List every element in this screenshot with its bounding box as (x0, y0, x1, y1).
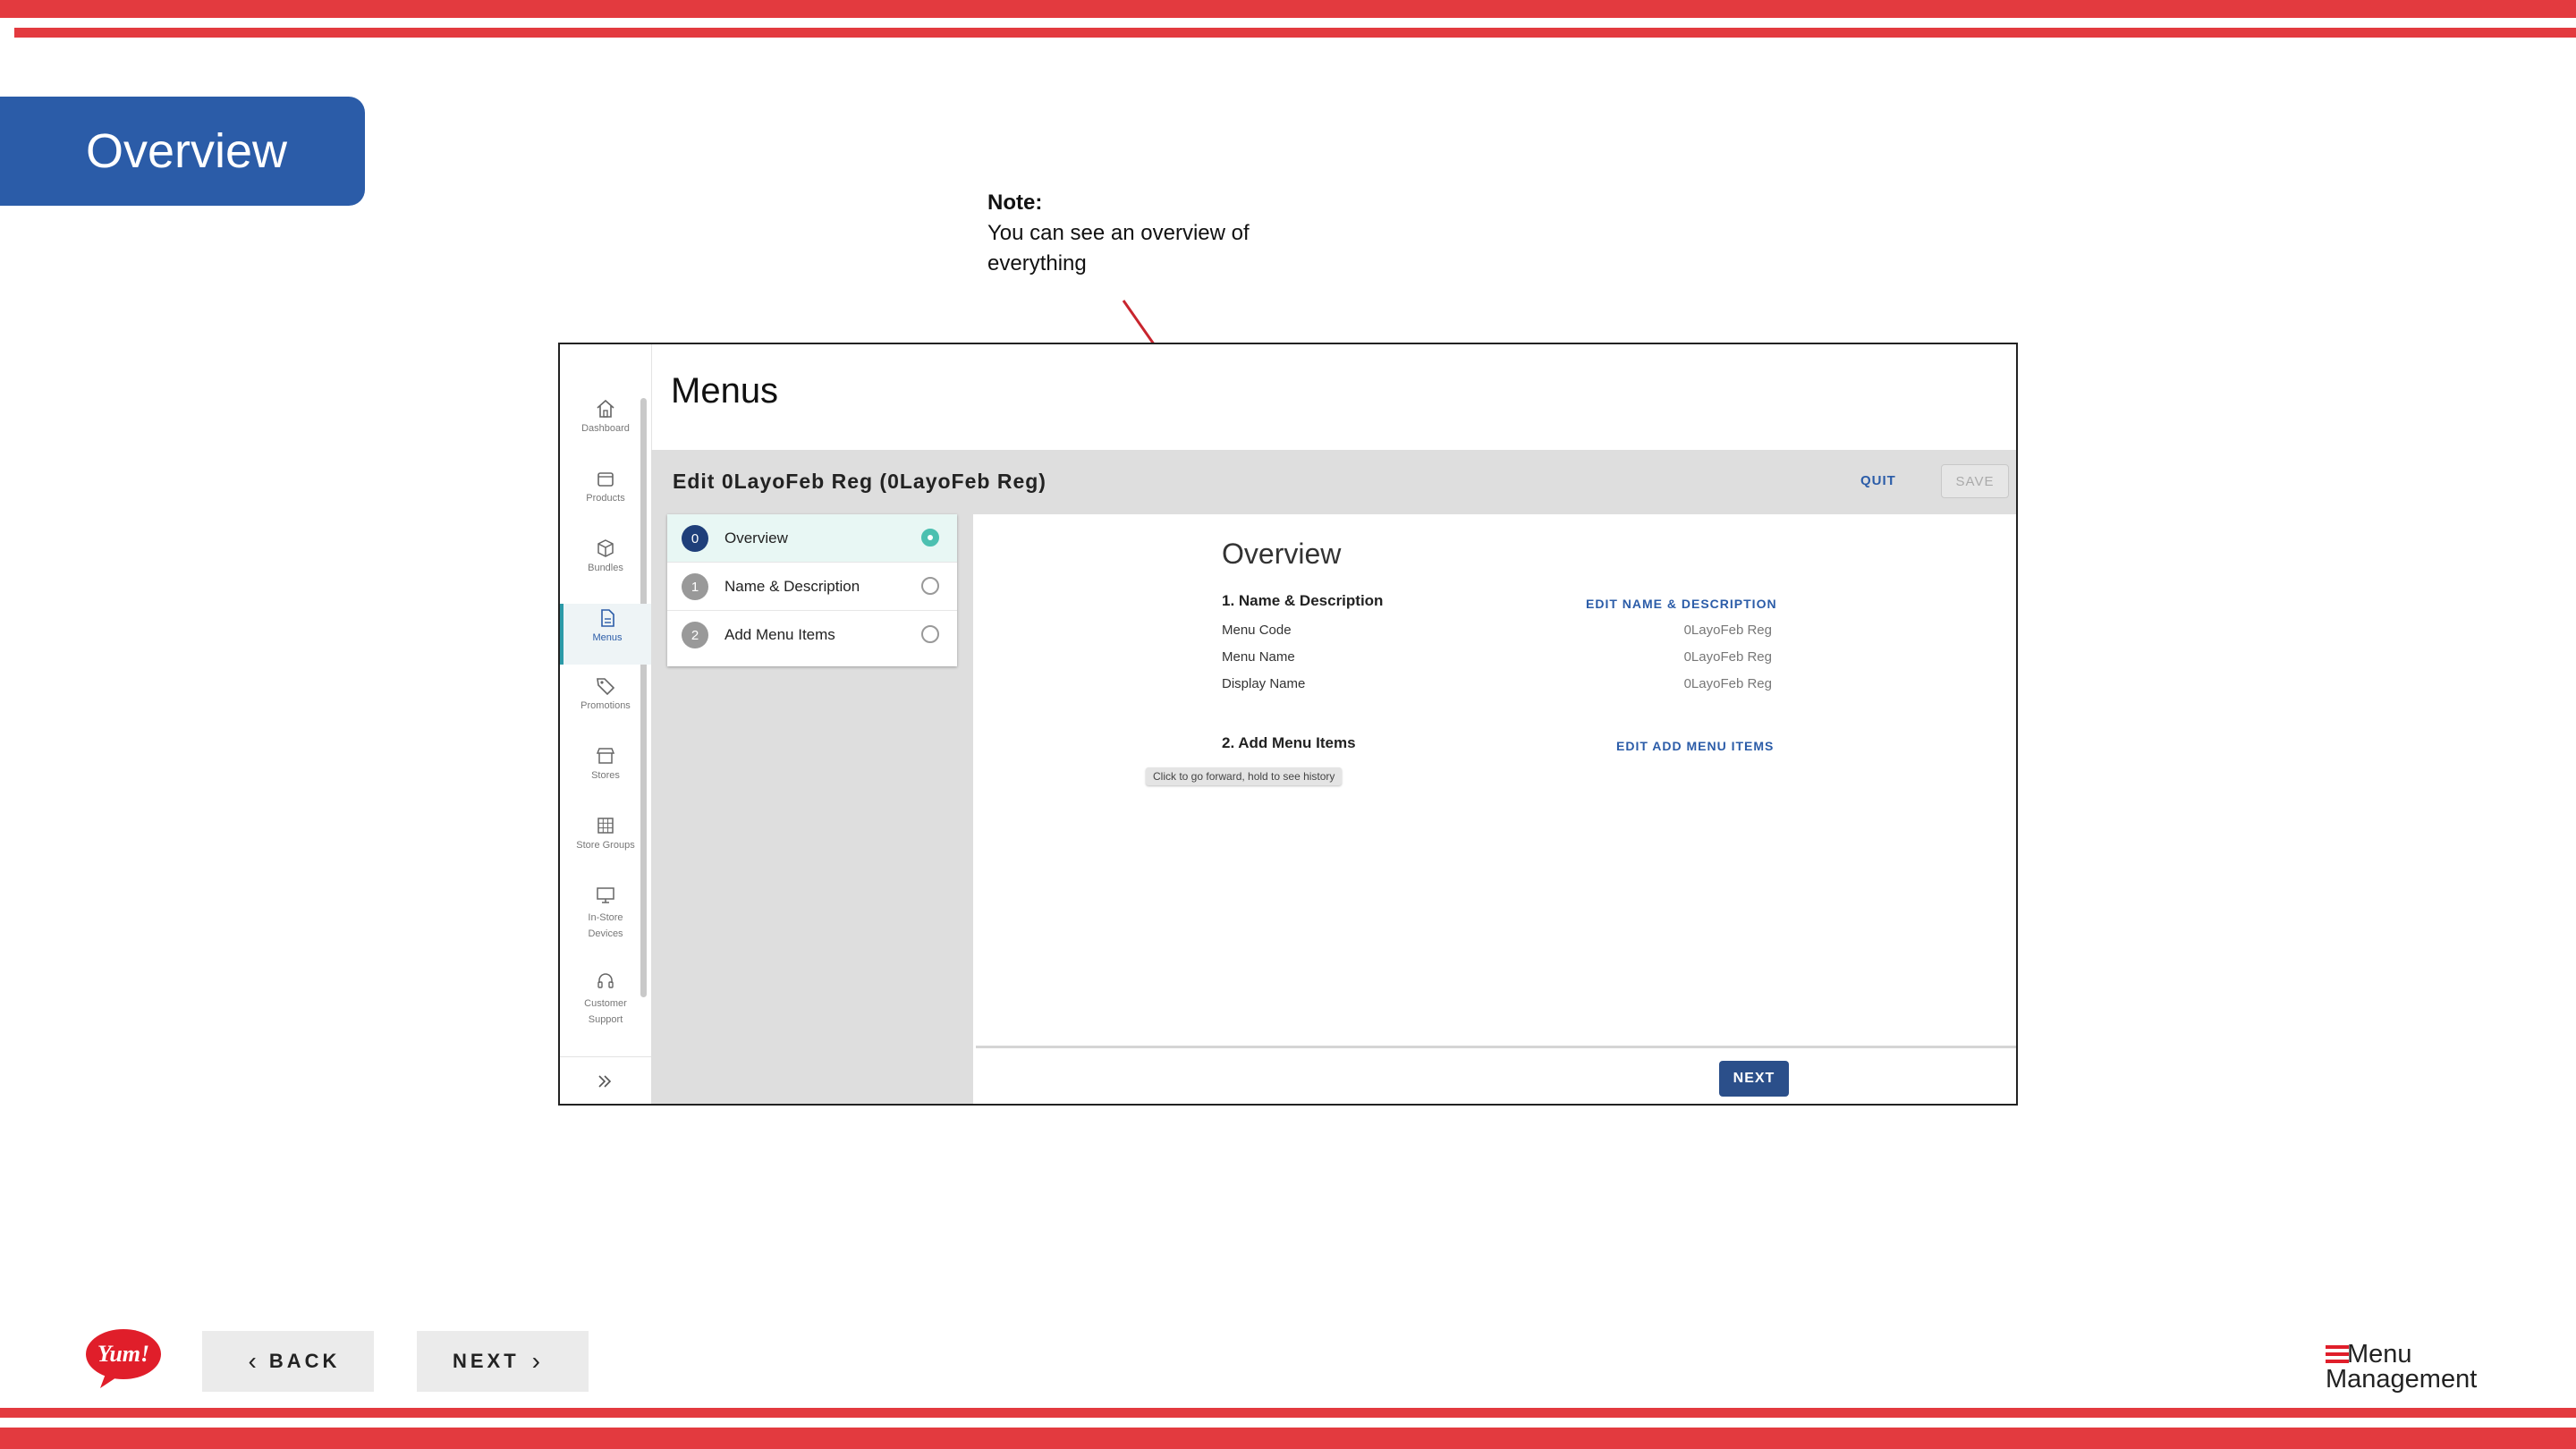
bottom-stripe-thick (0, 1428, 2576, 1449)
overview-content (973, 514, 2016, 1104)
quit-button[interactable]: QUIT (1860, 473, 1896, 488)
edit-name-description-link[interactable]: EDIT NAME & DESCRIPTION (1586, 597, 1777, 611)
sidebar-label-line2: Support (588, 1014, 623, 1025)
double-chevron-right-icon[interactable] (594, 1071, 615, 1092)
sidebar-label-line1: In-Store (588, 912, 623, 923)
chevron-right-icon: › (531, 1347, 540, 1375)
sidebar-item-promotions[interactable]: Promotions (560, 675, 651, 711)
sidebar-label: Products (586, 493, 625, 504)
field-label-menu-name: Menu Name (1222, 649, 1295, 665)
menu-management-logo: Menu Management (2326, 1340, 2504, 1397)
next-label: NEXT (452, 1350, 520, 1372)
cube-icon (597, 539, 614, 557)
note-text-line1: You can see an overview of (987, 221, 1250, 245)
note-heading: Note: (987, 191, 1043, 215)
sidebar-item-menus[interactable]: Menus (560, 604, 651, 665)
sidebar-label: Store Groups (576, 840, 635, 851)
step-number: 2 (682, 622, 708, 648)
sidebar-item-products[interactable]: Products (560, 468, 651, 504)
sidebar-item-store-groups[interactable]: Store Groups (560, 815, 651, 851)
content-footer-divider (976, 1046, 2016, 1048)
home-icon (597, 399, 614, 418)
note: Note: You can see an overview of everyth… (987, 188, 1250, 279)
mm-logo-line2: Management (2326, 1365, 2478, 1394)
sidebar-label-line1: Customer (584, 998, 627, 1009)
sidebar-label: Promotions (580, 700, 631, 711)
sidebar: Dashboard Products Bundles Menus Promoti… (560, 344, 652, 1104)
next-button[interactable]: NEXT › (417, 1331, 589, 1392)
sidebar-label: Stores (591, 770, 620, 781)
sidebar-label: Dashboard (581, 423, 630, 434)
step-label: Overview (724, 530, 788, 547)
overview-title: Overview (1222, 538, 1342, 570)
section-name-description: 1. Name & Description (1222, 592, 1384, 609)
edit-add-menu-items-link[interactable]: EDIT ADD MENU ITEMS (1616, 739, 1774, 753)
section-add-menu-items: 2. Add Menu Items (1222, 734, 1356, 751)
step-status-radio (921, 625, 939, 643)
hamburger-icon (2326, 1345, 2349, 1363)
sidebar-item-dashboard[interactable]: Dashboard (560, 398, 651, 434)
sidebar-label: Menus (592, 632, 623, 643)
step-add-menu-items[interactable]: 2 Add Menu Items (667, 611, 957, 659)
save-button[interactable]: SAVE (1941, 464, 2009, 498)
field-value-display-name: 0LayoFeb Reg (1683, 676, 1772, 691)
slide-title: Overview (0, 97, 365, 206)
edit-title: Edit 0LayoFeb Reg (0LayoFeb Reg) (673, 470, 1046, 493)
note-text-line2: everything (987, 251, 1087, 275)
grid-icon (597, 818, 614, 834)
chevron-left-icon: ‹ (248, 1347, 257, 1375)
bottom-stripe-thin (0, 1408, 2576, 1418)
step-label: Name & Description (724, 578, 860, 595)
field-label-menu-code: Menu Code (1222, 623, 1292, 638)
back-label: BACK (268, 1350, 341, 1372)
box-icon (597, 472, 614, 487)
sidebar-divider (560, 1056, 651, 1057)
document-icon (601, 609, 614, 627)
app-next-button[interactable]: NEXT (1719, 1061, 1789, 1097)
field-value-menu-code: 0LayoFeb Reg (1683, 623, 1772, 638)
top-stripe-thin (14, 28, 2576, 38)
sidebar-item-customer-support[interactable]: Customer Support (560, 970, 651, 1028)
tag-icon (597, 678, 615, 696)
sidebar-label: Bundles (588, 563, 623, 573)
sidebar-label-line2: Devices (588, 928, 623, 939)
page-title: Menus (671, 371, 779, 411)
yum-logo-text: Yum! (97, 1341, 149, 1367)
headset-icon (597, 973, 614, 988)
step-status-radio (921, 529, 939, 547)
step-list: 0 Overview 1 Name & Description 2 Add Me… (667, 514, 957, 666)
step-number: 0 (682, 525, 708, 552)
store-icon (596, 748, 615, 764)
sidebar-item-stores[interactable]: Stores (560, 745, 651, 781)
tooltip: Click to go forward, hold to see history (1146, 767, 1343, 785)
field-value-menu-name: 0LayoFeb Reg (1683, 649, 1772, 665)
sidebar-item-in-store-devices[interactable]: In-Store Devices (560, 885, 651, 942)
step-status-radio (921, 577, 939, 595)
step-name-description[interactable]: 1 Name & Description (667, 563, 957, 611)
top-stripe-thick (0, 0, 2576, 18)
back-button[interactable]: ‹ BACK (202, 1331, 374, 1392)
monitor-icon (597, 887, 614, 903)
field-label-display-name: Display Name (1222, 676, 1306, 691)
yum-logo: Yum! (86, 1329, 161, 1388)
sidebar-item-bundles[interactable]: Bundles (560, 538, 651, 573)
app-frame: Dashboard Products Bundles Menus Promoti… (558, 343, 2018, 1106)
step-label: Add Menu Items (724, 626, 835, 643)
step-overview[interactable]: 0 Overview (667, 514, 957, 563)
step-number: 1 (682, 573, 708, 600)
